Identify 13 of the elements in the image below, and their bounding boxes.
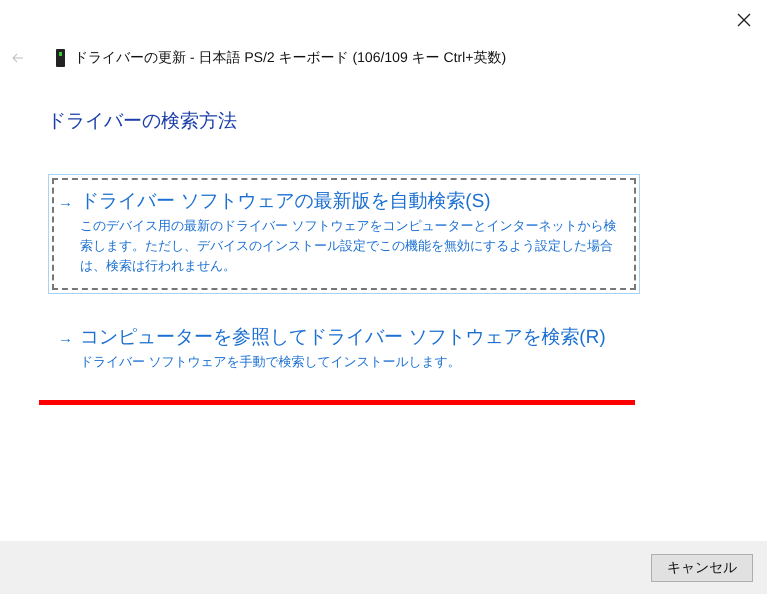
close-icon[interactable] — [737, 13, 751, 27]
option-title: コンピューターを参照してドライバー ソフトウェアを検索(R) — [80, 326, 606, 350]
option-title: ドライバー ソフトウェアの最新版を自動検索(S) — [80, 190, 491, 214]
arrow-glyph: → — [58, 330, 74, 347]
window-title: ドライバーの更新 - 日本語 PS/2 キーボード (106/109 キー Ctrl+英数) — [74, 49, 506, 67]
search-option[interactable]: → コンピューターを参照してドライバー ソフトウェアを検索(R) ドライバー ソフトウェアを手動で検索してインストールします。 — [48, 310, 640, 390]
keyboard-device-icon — [56, 49, 65, 67]
search-option[interactable]: → ドライバー ソフトウェアの最新版を自動検索(S) このデバイス用の最新のドライバー ソフトウェアをコンピューターとインターネットから検索します。ただし、デバイスのインストール設定でこの機能を無効にするよう設定した場合は、検索は行われません。 — [48, 174, 640, 294]
option-description: ドライバー ソフトウェアを手動で検索してインストールします。 — [80, 353, 462, 371]
arrow-glyph: → — [58, 194, 74, 211]
page-heading: ドライバーの検索方法 — [47, 110, 238, 134]
cancel-button[interactable]: キャンセル — [651, 554, 753, 582]
option-description: このデバイス用の最新のドライバー ソフトウェアをコンピューターとインターネットから検索します。ただし、デバイスのインストール設定でこの機能を無効にするよう設定した場合は、検索は行われません。 — [80, 217, 618, 275]
